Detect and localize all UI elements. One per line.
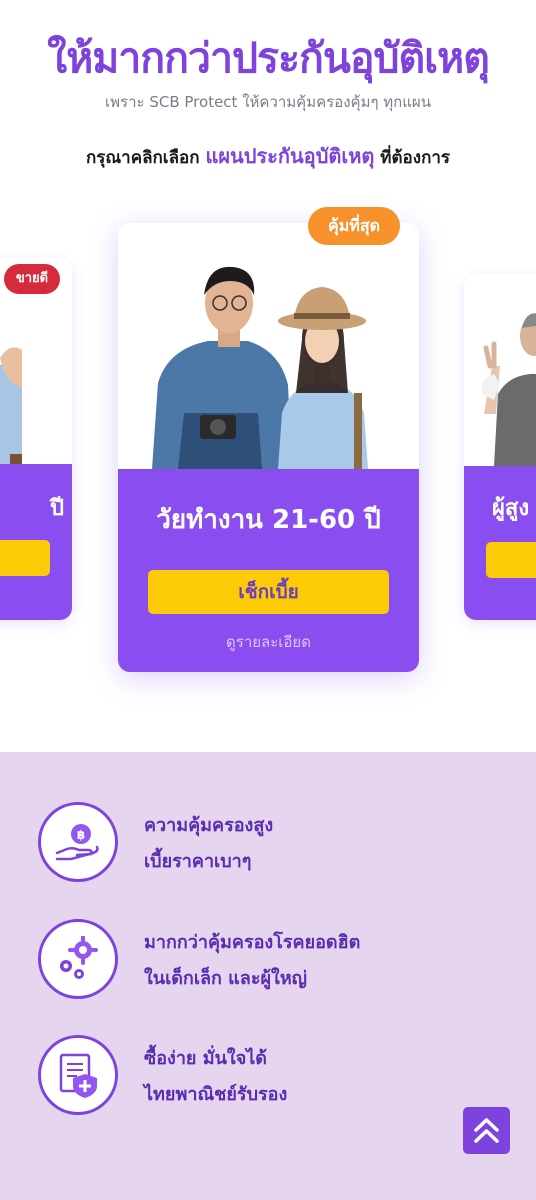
- plan-photo-main: [118, 223, 419, 469]
- plan-panel-main: วัยทำงาน 21-60 ปี เช็กเบี้ย ดูรายละเอียด: [118, 469, 419, 672]
- feature-item-disease: มากกว่าคุ้มครองโรคยอดฮิต ในเด็กเล็ก และผ…: [38, 919, 498, 1003]
- prompt-highlight: แผนประกันอุบัติเหตุ: [205, 144, 375, 168]
- gears-icon: [38, 919, 118, 999]
- money-hand-icon: ฿: [38, 802, 118, 882]
- feature-line1: ความคุ้มครองสูง: [144, 815, 274, 836]
- plan-title-left: ปี: [50, 496, 64, 521]
- plan-title-main: วัยทำงาน 21-60 ปี: [156, 505, 381, 535]
- badge-bestseller: ขายดี: [4, 264, 60, 294]
- plan-card-right[interactable]: ผู้สูง: [464, 274, 536, 620]
- prompt-pre: กรุณาคลิกเลือก: [85, 148, 206, 168]
- page-subtitle: เพราะ SCB Protect ให้ความคุ้มครองคุ้มๆ ท…: [105, 93, 431, 111]
- plan-card-left[interactable]: ขายดี ปี: [0, 258, 72, 620]
- plan-prompt: กรุณาคลิกเลือก แผนประกันอุบัติเหตุ ที่ต้…: [0, 140, 536, 172]
- plan-title-right: ผู้สูง: [492, 496, 530, 521]
- plan-card-main[interactable]: คุ้มที่สุด วัยทำงาน 21-60 ปี เช็กเบี้ย ด…: [118, 207, 419, 672]
- feature-line2: ไทยพาณิชย์รับรอง: [144, 1084, 288, 1105]
- feature-text: ซื้อง่าย มั่นใจได้ ไทยพาณิชย์รับรอง: [144, 1041, 287, 1113]
- feature-item-trust: ซื้อง่าย มั่นใจได้ ไทยพาณิชย์รับรอง: [38, 1035, 498, 1119]
- feature-line2: ในเด็กเล็ก และผู้ใหญ่: [144, 968, 308, 989]
- feature-line1: มากกว่าคุ้มครองโรคยอดฮิต: [144, 932, 361, 953]
- plan-cta-right[interactable]: [486, 542, 536, 578]
- double-chevron-up-icon: [474, 1118, 499, 1143]
- feature-line1: ซื้อง่าย มั่นใจได้: [144, 1048, 267, 1069]
- check-premium-button[interactable]: เช็กเบี้ย: [148, 570, 389, 614]
- svg-text:฿: ฿: [77, 828, 85, 842]
- page-title: ให้มากกว่าประกันอุบัติเหตุ: [47, 34, 490, 82]
- feature-line2: เบี้ยราคาเบาๆ: [144, 851, 252, 872]
- view-details-link[interactable]: ดูรายละเอียด: [118, 630, 419, 654]
- feature-text: มากกว่าคุ้มครองโรคยอดฮิต ในเด็กเล็ก และผ…: [144, 925, 360, 997]
- plan-panel-left: ปี: [0, 464, 72, 620]
- plan-photo-right: [464, 274, 536, 466]
- badge-best-value: คุ้มที่สุด: [308, 207, 400, 245]
- document-shield-icon: [38, 1035, 118, 1115]
- prompt-post: ที่ต้องการ: [374, 148, 451, 168]
- plan-cta-left[interactable]: [0, 540, 50, 576]
- plan-selector-section: ให้มากกว่าประกันอุบัติเหตุ เพราะ SCB Pro…: [0, 0, 536, 752]
- feature-text: ความคุ้มครองสูง เบี้ยราคาเบาๆ: [144, 808, 273, 880]
- scroll-to-top-button[interactable]: [463, 1107, 510, 1154]
- plan-panel-right: ผู้สูง: [464, 466, 536, 620]
- feature-item-coverage: ฿ ความคุ้มครองสูง เบี้ยราคาเบาๆ: [38, 802, 498, 886]
